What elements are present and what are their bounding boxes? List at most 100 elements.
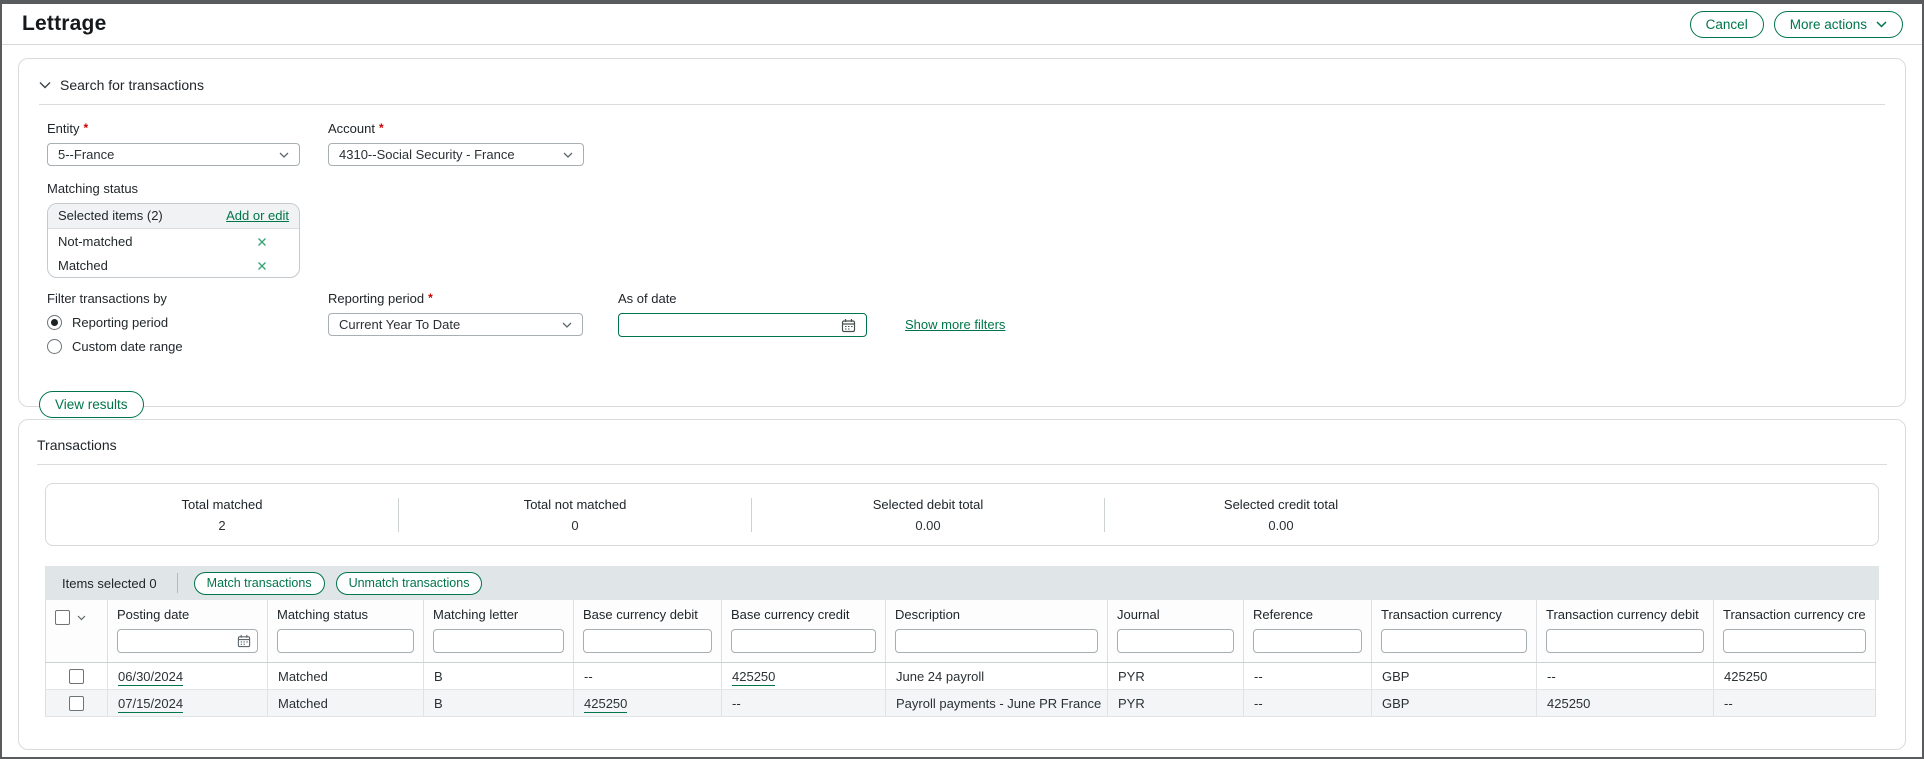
column-header-matching-letter[interactable]: Matching letter [424, 600, 574, 663]
cell-link[interactable]: 425250 [584, 696, 627, 713]
cell-base-debit[interactable]: 425250 [574, 690, 722, 717]
chevron-down-icon [563, 152, 573, 158]
column-header-reference[interactable]: Reference [1244, 600, 1372, 663]
column-label: Transaction currency debit [1546, 607, 1704, 622]
cell-posting-date[interactable]: 07/15/2024 [108, 690, 268, 717]
filter-input-base-currency-credit[interactable] [731, 629, 876, 653]
chevron-down-icon [1876, 21, 1887, 28]
filter-input-base-currency-debit[interactable] [583, 629, 712, 653]
calendar-icon[interactable] [237, 634, 251, 648]
matching-status-item-label: Matched [58, 258, 108, 273]
filter-input-transaction-currency-credit[interactable] [1723, 629, 1866, 653]
entity-select[interactable]: 5--France [47, 143, 300, 166]
account-select[interactable]: 4310--Social Security - France [328, 143, 584, 166]
more-actions-button[interactable]: More actions [1774, 11, 1903, 38]
summary-label: Selected credit total [1105, 497, 1457, 512]
cell-link[interactable]: 425250 [732, 669, 775, 686]
transactions-panel: Transactions Total matched 2 Total not m… [18, 419, 1906, 750]
column-header-transaction-currency-credit[interactable]: Transaction currency credit [1714, 600, 1876, 663]
summary-value: 2 [46, 518, 398, 533]
radio-reporting-period[interactable]: Reporting period [47, 315, 328, 330]
filter-input-posting-date[interactable] [117, 629, 258, 653]
column-label: Matching letter [433, 607, 564, 622]
column-header-transaction-currency[interactable]: Transaction currency [1372, 600, 1537, 663]
select-all-checkbox[interactable] [55, 610, 70, 625]
cell-reference: -- [1244, 690, 1372, 717]
cell-txn-credit: 425250 [1714, 663, 1876, 690]
cell-base-credit[interactable]: 425250 [722, 663, 886, 690]
cancel-button[interactable]: Cancel [1690, 11, 1764, 38]
radio-label: Reporting period [72, 315, 168, 330]
cell-link[interactable]: 06/30/2024 [118, 669, 183, 686]
show-more-filters-link[interactable]: Show more filters [905, 317, 1005, 332]
column-header-journal[interactable]: Journal [1108, 600, 1244, 663]
more-actions-label: More actions [1790, 17, 1867, 32]
required-marker: * [428, 291, 433, 305]
column-header-posting-date[interactable]: Posting date [108, 600, 268, 663]
search-panel: Search for transactions Entity* 5--Franc… [18, 58, 1906, 407]
cell-reference: -- [1244, 663, 1372, 690]
cell-description: June 24 payroll [886, 663, 1108, 690]
page-title: Lettrage [22, 12, 106, 36]
row-select-cell [46, 690, 108, 717]
radio-custom-date-range[interactable]: Custom date range [47, 339, 328, 354]
row-checkbox[interactable] [69, 669, 84, 684]
column-header-description[interactable]: Description [886, 600, 1108, 663]
remove-icon[interactable] [257, 237, 267, 247]
filter-input-matching-letter[interactable] [433, 629, 564, 653]
column-header-base-currency-debit[interactable]: Base currency debit [574, 600, 722, 663]
match-transactions-button[interactable]: Match transactions [194, 572, 325, 595]
column-label: Transaction currency [1381, 607, 1527, 622]
add-or-edit-link[interactable]: Add or edit [226, 208, 289, 223]
cell-txn-credit: -- [1714, 690, 1876, 717]
cell-matching-status: Matched [268, 663, 424, 690]
column-label: Reference [1253, 607, 1362, 622]
filter-input-matching-status[interactable] [277, 629, 414, 653]
cell-journal: PYR [1108, 663, 1244, 690]
filter-input-reference[interactable] [1253, 629, 1362, 653]
summary-label: Total not matched [399, 497, 751, 512]
summary-cell: Selected credit total 0.00 [1105, 497, 1457, 533]
app-window: Lettrage Cancel More actions Search for … [0, 0, 1924, 759]
filter-input-transaction-currency-debit[interactable] [1546, 629, 1704, 653]
cell-base-credit: -- [722, 690, 886, 717]
remove-icon[interactable] [257, 261, 267, 271]
reporting-period-select[interactable]: Current Year To Date [328, 313, 583, 336]
entity-account-row: Entity* 5--France Account* 4310--Social [47, 121, 1885, 166]
filter-row: Filter transactions by Reporting period … [47, 291, 1885, 354]
unmatch-transactions-button[interactable]: Unmatch transactions [336, 572, 483, 595]
chevron-down-icon[interactable] [77, 615, 86, 621]
filter-input-transaction-currency[interactable] [1381, 629, 1527, 653]
cell-description: Payroll payments - June PR France [886, 690, 1108, 717]
column-header-transaction-currency-debit[interactable]: Transaction currency debit [1537, 600, 1714, 663]
row-select-cell [46, 663, 108, 690]
column-label: Matching status [277, 607, 414, 622]
column-header-matching-status[interactable]: Matching status [268, 600, 424, 663]
radio-icon[interactable] [47, 315, 62, 330]
search-section-toggle[interactable]: Search for transactions [39, 69, 1885, 105]
required-marker: * [84, 121, 89, 135]
cell-txn-debit: 425250 [1537, 690, 1714, 717]
row-checkbox[interactable] [69, 696, 84, 711]
radio-icon[interactable] [47, 339, 62, 354]
filter-input-description[interactable] [895, 629, 1098, 653]
column-label: Base currency credit [731, 607, 876, 622]
summary-label: Total matched [46, 497, 398, 512]
radio-label: Custom date range [72, 339, 183, 354]
calendar-icon[interactable] [841, 318, 856, 333]
cell-link[interactable]: 07/15/2024 [118, 696, 183, 713]
cell-journal: PYR [1108, 690, 1244, 717]
cell-posting-date[interactable]: 06/30/2024 [108, 663, 268, 690]
matching-status-item: Not-matched [48, 229, 299, 253]
search-section-title: Search for transactions [60, 77, 204, 93]
chevron-down-icon [562, 322, 572, 328]
required-marker: * [379, 121, 384, 135]
cell-txn-debit: -- [1537, 663, 1714, 690]
filter-input-journal[interactable] [1117, 629, 1234, 653]
view-results-button[interactable]: View results [39, 391, 144, 418]
column-header-base-currency-credit[interactable]: Base currency credit [722, 600, 886, 663]
matching-status-label: Matching status [47, 181, 1885, 196]
column-label: Posting date [117, 607, 258, 622]
as-of-date-input[interactable] [618, 313, 867, 337]
filter-by-group: Filter transactions by Reporting period … [47, 291, 328, 354]
